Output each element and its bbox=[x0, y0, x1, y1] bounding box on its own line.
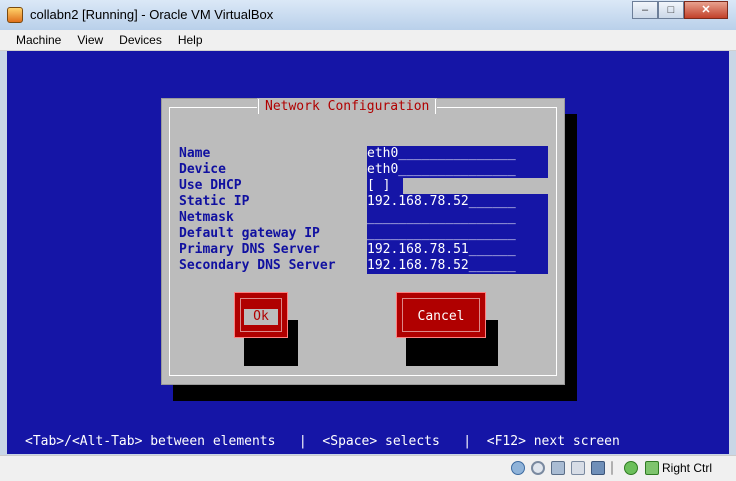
network-config-dialog: Network Configuration Name Device Use DH… bbox=[161, 98, 565, 385]
minimize-button[interactable]: – bbox=[632, 1, 658, 19]
use-dhcp-checkbox[interactable]: [ ] bbox=[367, 178, 403, 194]
label-use-dhcp: Use DHCP bbox=[179, 178, 242, 193]
menu-view[interactable]: View bbox=[69, 30, 111, 50]
keyboard-hint: <Tab>/<Alt-Tab> between elements | <Spac… bbox=[25, 434, 620, 449]
primary-dns-field[interactable]: 192.168.78.51______ bbox=[367, 242, 548, 258]
label-secondary-dns: Secondary DNS Server bbox=[179, 258, 336, 273]
window-controls: – □ ✕ bbox=[632, 1, 728, 19]
name-field[interactable]: eth0_______________ bbox=[367, 146, 548, 162]
label-static-ip: Static IP bbox=[179, 194, 250, 209]
dialog-title: Network Configuration bbox=[257, 98, 438, 116]
maximize-button[interactable]: □ bbox=[658, 1, 684, 19]
ok-button-frame: Ok bbox=[240, 298, 282, 332]
usb-icon[interactable] bbox=[571, 461, 585, 475]
network-icon[interactable] bbox=[551, 461, 565, 475]
status-bar: Right Ctrl bbox=[0, 455, 736, 481]
mouse-integration-icon[interactable] bbox=[624, 461, 638, 475]
hard-disk-icon[interactable] bbox=[511, 461, 525, 475]
menu-machine[interactable]: Machine bbox=[0, 30, 69, 50]
label-name: Name bbox=[179, 146, 211, 161]
vm-screen[interactable]: Network Configuration Name Device Use DH… bbox=[7, 51, 729, 454]
optical-drive-icon[interactable] bbox=[531, 461, 545, 475]
cancel-button-label: Cancel bbox=[417, 309, 465, 324]
status-divider bbox=[611, 461, 613, 475]
label-netmask: Netmask bbox=[179, 210, 234, 225]
virtualbox-icon bbox=[7, 7, 23, 23]
label-gateway: Default gateway IP bbox=[179, 226, 320, 241]
menu-help[interactable]: Help bbox=[170, 30, 211, 50]
menu-bar: Machine View Devices Help bbox=[0, 30, 736, 51]
netmask-field[interactable]: ___________________ bbox=[367, 210, 548, 226]
label-primary-dns: Primary DNS Server bbox=[179, 242, 320, 257]
cancel-button-frame: Cancel bbox=[402, 298, 480, 332]
label-device: Device bbox=[179, 162, 226, 177]
gateway-field[interactable]: ___________________ bbox=[367, 226, 548, 242]
window-title: collabn2 [Running] - Oracle VM VirtualBo… bbox=[30, 7, 274, 22]
cancel-button[interactable]: Cancel bbox=[396, 292, 486, 338]
device-field[interactable]: eth0_______________ bbox=[367, 162, 548, 178]
menu-devices[interactable]: Devices bbox=[111, 30, 170, 50]
close-button[interactable]: ✕ bbox=[684, 1, 728, 19]
shared-folders-icon[interactable] bbox=[591, 461, 605, 475]
host-key-icon bbox=[645, 461, 659, 475]
ok-button[interactable]: Ok bbox=[234, 292, 288, 338]
title-bar: collabn2 [Running] - Oracle VM VirtualBo… bbox=[0, 0, 736, 31]
secondary-dns-field[interactable]: 192.168.78.52______ bbox=[367, 258, 548, 274]
host-key-label: Right Ctrl bbox=[662, 461, 713, 475]
static-ip-field[interactable]: 192.168.78.52______ bbox=[367, 194, 548, 210]
ok-button-label: Ok bbox=[244, 309, 278, 325]
